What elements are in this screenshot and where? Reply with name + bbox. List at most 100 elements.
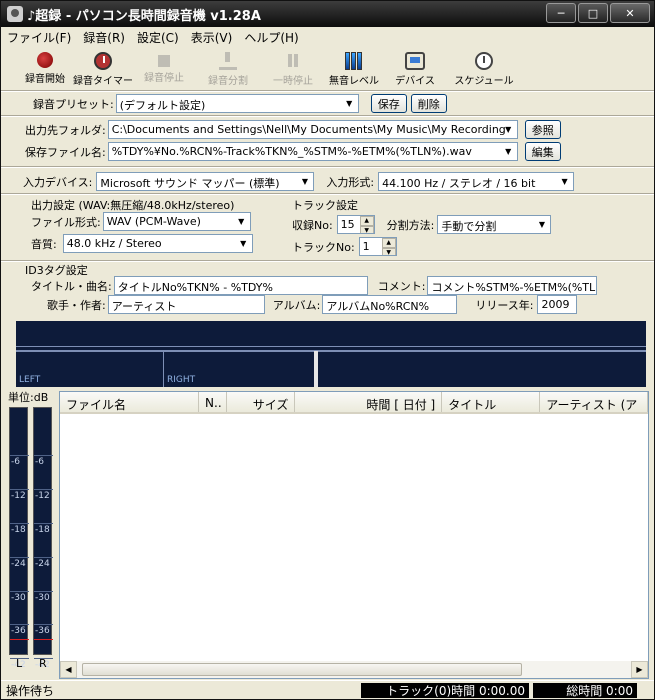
id3-comment-input[interactable]: コメント%STM%-%ETM%(%TLN%) <box>427 276 598 295</box>
device-icon <box>405 52 425 70</box>
level-meter-display: LEFT RIGHT <box>16 321 646 387</box>
rec-stop-button[interactable]: 録音停止 <box>135 49 193 89</box>
rec-no-stepper[interactable]: 15 ▲ ▼ <box>336 215 375 234</box>
file-list[interactable]: ファイル名 N.. サイズ 時間 [ 日付 ] タイトル アーティスト (ア ◀… <box>59 391 649 679</box>
split-icon <box>219 52 237 70</box>
meter-right-label: RIGHT <box>167 375 196 385</box>
preset-save-button[interactable]: 保存 <box>370 94 407 113</box>
app-icon[interactable] <box>7 6 23 22</box>
output-settings-heading: 出力設定 (WAV:無圧縮/48.0kHz/stereo) <box>31 199 235 212</box>
menu-bar: ファイル(F) 録音(R) 設定(C) 表示(V) ヘルプ(H) <box>1 27 654 47</box>
rec-no-row: 収録No: 15 ▲ ▼ 分割方法: 手動で分割 ▼ <box>292 215 552 234</box>
minimize-icon: ─ <box>557 6 565 20</box>
stepper-down-icon[interactable]: ▼ <box>381 248 396 255</box>
close-icon: ✕ <box>625 6 635 20</box>
rec-no-label: 収録No: <box>292 218 333 232</box>
filename-select[interactable]: %TDY%¥No.%RCN%-Track%TKN%_%STM%-%ETM%(%T… <box>107 142 518 161</box>
chevron-down-icon: ▼ <box>301 177 308 186</box>
id3-album-input[interactable]: アルバムNo%RCN% <box>322 295 458 314</box>
column-size[interactable]: サイズ <box>227 392 296 412</box>
menu-settings[interactable]: 設定(C) <box>131 29 185 46</box>
edit-button[interactable]: 編集 <box>524 142 561 161</box>
vu-meter-left: -6 -12 -18 -24 -30 -36 -42 <box>9 407 29 670</box>
stepper-up-icon[interactable]: ▲ <box>381 238 396 248</box>
clock-icon <box>475 52 493 70</box>
app-window: ♪超録 - パソコン長時間録音機 v1.28A ─ □ ✕ ファイル(F) 録音… <box>0 0 655 700</box>
column-artist[interactable]: アーティスト (ア <box>540 392 648 412</box>
input-device-select[interactable]: Microsoft サウンド マッパー (標準) ▼ <box>96 172 315 191</box>
input-row: 入力デバイス: Microsoft サウンド マッパー (標準) ▼ 入力形式:… <box>23 172 575 191</box>
id3-artist-input[interactable]: アーティスト <box>107 295 265 314</box>
scroll-right-icon[interactable]: ▶ <box>631 661 648 678</box>
horizontal-scrollbar[interactable]: ◀ ▶ <box>60 661 648 678</box>
rec-start-button[interactable]: 録音開始 <box>19 49 71 89</box>
separator <box>1 166 654 168</box>
schedule-button[interactable]: スケジュール <box>445 49 523 89</box>
track-settings-heading: トラック設定 <box>292 199 358 212</box>
preset-delete-button[interactable]: 削除 <box>410 94 447 113</box>
separator <box>1 260 654 262</box>
minimize-button[interactable]: ─ <box>546 3 576 23</box>
maximize-button[interactable]: □ <box>578 3 608 23</box>
split-method-select[interactable]: 手動で分割 ▼ <box>437 215 552 234</box>
window-controls: ─ □ ✕ <box>546 3 650 23</box>
column-title[interactable]: タイトル <box>442 392 541 412</box>
pause-button[interactable]: 一時停止 <box>263 49 323 89</box>
id3-album-label: アルバム: <box>272 298 321 312</box>
chevron-down-icon: ▼ <box>538 220 545 229</box>
chevron-down-icon: ▼ <box>505 125 512 134</box>
track-no-stepper[interactable]: 1 ▲ ▼ <box>358 237 397 256</box>
window-title: ♪超録 - パソコン長時間録音機 v1.28A <box>27 8 261 24</box>
preset-label: 録音プリセット: <box>33 97 114 111</box>
timer-icon <box>94 52 112 70</box>
rec-timer-button[interactable]: 録音タイマー <box>71 49 135 89</box>
menu-file[interactable]: ファイル(F) <box>1 29 77 46</box>
stepper-down-icon[interactable]: ▼ <box>359 226 374 233</box>
chevron-down-icon: ▼ <box>240 239 247 248</box>
id3-artist-label: 歌手・作者: <box>47 298 106 312</box>
silence-level-button[interactable]: 無音レベル <box>323 49 385 89</box>
level-meter-icon <box>345 52 363 70</box>
close-button[interactable]: ✕ <box>610 3 650 23</box>
column-number[interactable]: N.. <box>199 392 227 412</box>
preset-row: 録音プリセット: (デフォルト設定) ▼ 保存 削除 <box>33 94 447 113</box>
menu-help[interactable]: ヘルプ(H) <box>238 29 304 46</box>
id3-title-row: タイトル・曲名: タイトルNo%TKN% - %TDY% コメント: コメント%… <box>31 276 598 295</box>
preset-select[interactable]: (デフォルト設定) ▼ <box>115 94 359 113</box>
device-button[interactable]: デバイス <box>385 49 445 89</box>
id3-title-input[interactable]: タイトルNo%TKN% - %TDY% <box>113 276 368 295</box>
track-no-label: トラックNo: <box>292 240 355 254</box>
quality-select[interactable]: 48.0 kHz / Stereo ▼ <box>62 234 253 253</box>
filename-row: 保存ファイル名: %TDY%¥No.%RCN%-Track%TKN%_%STM%… <box>25 142 561 161</box>
chevron-down-icon: ▼ <box>561 177 568 186</box>
scrollbar-thumb[interactable] <box>82 663 522 676</box>
menu-record[interactable]: 録音(R) <box>77 29 131 46</box>
filetype-select[interactable]: WAV (PCM-Wave) ▼ <box>102 212 251 231</box>
menu-view[interactable]: 表示(V) <box>185 29 239 46</box>
vu-left-label: L <box>16 657 23 670</box>
rec-split-button[interactable]: 録音分割 <box>193 49 263 89</box>
chevron-down-icon: ▼ <box>238 217 245 226</box>
id3-year-input[interactable]: 2009 <box>537 295 578 314</box>
record-icon <box>37 52 53 68</box>
id3-artist-row: 歌手・作者: アーティスト アルバム: アルバムNo%RCN% リリース年: 2… <box>47 295 578 314</box>
separator <box>1 115 654 117</box>
id3-title-label: タイトル・曲名: <box>31 279 112 293</box>
maximize-icon: □ <box>587 6 599 20</box>
stepper-up-icon[interactable]: ▲ <box>359 216 374 226</box>
scroll-left-icon[interactable]: ◀ <box>60 661 77 678</box>
browse-button[interactable]: 参照 <box>524 120 561 139</box>
separator <box>1 193 654 195</box>
track-no-row: トラックNo: 1 ▲ ▼ <box>292 237 397 256</box>
output-folder-select[interactable]: C:\Documents and Settings\Nell\My Docume… <box>107 120 518 139</box>
track-time-display: トラック(0)時間 0:00.00 <box>361 682 529 698</box>
quality-row: 音質: 48.0 kHz / Stereo ▼ <box>31 234 253 253</box>
quality-label: 音質: <box>31 237 57 251</box>
column-time[interactable]: 時間 [ 日付 ] <box>295 392 443 412</box>
column-filename[interactable]: ファイル名 <box>60 392 200 412</box>
vu-meter-right: -6 -12 -18 -24 -30 -36 -42 <box>33 407 53 670</box>
total-time-display: 総時間 0:00 <box>533 682 637 698</box>
input-format-select[interactable]: 44.100 Hz / ステレオ / 16 bit ▼ <box>378 172 575 191</box>
status-text: 操作待ち <box>6 683 55 698</box>
input-device-label: 入力デバイス: <box>23 175 93 189</box>
